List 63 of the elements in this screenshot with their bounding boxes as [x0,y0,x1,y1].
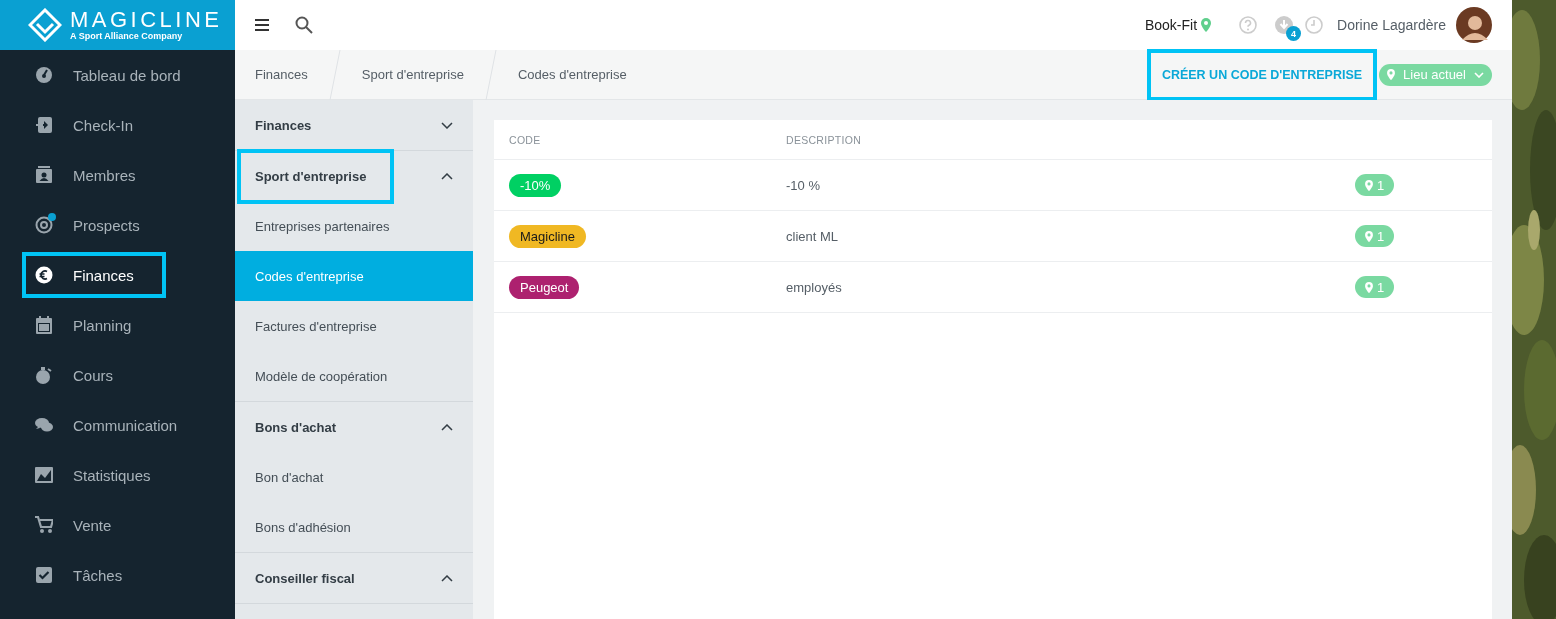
chevron-up-icon[interactable] [441,574,453,582]
sidebar-item[interactable]: Planning [22,302,166,348]
location-count-badge: 1 [1355,276,1395,298]
location-pin-icon [1365,179,1373,191]
sidebar-item[interactable]: Prospects [22,202,166,248]
logo-icon [28,8,62,42]
chart-icon [35,466,53,484]
stopwatch-icon [35,366,53,384]
search-icon[interactable] [295,16,313,34]
subnav-item[interactable]: Modèle de coopération [235,351,473,401]
subnav-item[interactable]: Factures d'entreprise [235,301,473,351]
sidebar-item[interactable]: Vente [22,502,166,548]
dashboard-icon [35,66,53,84]
euro-icon [35,266,53,284]
sidebar-item[interactable]: Check-In [22,102,166,148]
breadcrumb-link[interactable]: Sport d'entreprise [341,67,484,82]
subnav-item[interactable]: Entreprises partenaires [235,201,473,251]
table-cell-text: -10 % [786,177,821,193]
chevron-up-icon[interactable] [441,172,453,180]
subnav-item[interactable]: Bons d'adhésion [235,502,473,552]
logo-wordmark: MAGICLINE [70,8,223,31]
sidebar-item[interactable]: Tableau de bord [22,52,197,98]
checkbox-icon [35,566,53,584]
subnav-item[interactable]: Bon d'achat [235,452,473,502]
sidebar-item[interactable]: Statistiques [22,452,167,498]
notification-badge: 4 [1286,26,1302,41]
breadcrumb-link[interactable]: Finances [235,67,328,82]
code-tag: -10% [509,173,562,197]
location-pin-icon [1365,230,1373,242]
code-tag: Magicline [509,224,586,248]
subnav-section-title[interactable]: Bons d'achat [237,399,365,455]
user-name[interactable]: Dorine Lagardère [1337,17,1446,33]
breadcrumb-link[interactable]: Codes d'entreprise [497,67,647,82]
location-pin-icon [1365,281,1373,293]
chevron-down-icon[interactable] [441,121,453,129]
code-tag: Peugeot [509,275,580,299]
chevron-down-icon [1474,71,1484,78]
subnav-section-title[interactable]: Conseiller fiscal [237,550,383,606]
avatar[interactable] [1456,7,1492,43]
menu-icon[interactable] [255,19,269,31]
sidebar-item[interactable]: Cours [22,352,166,398]
logo-tagline: A Sport Alliance Company [70,30,184,42]
check-in-icon [35,116,53,134]
table-cell-text: employés [786,279,843,295]
sidebar-item[interactable]: Tâches [22,552,166,598]
subnav-section-title[interactable]: Sport d'entreprise [237,148,395,204]
location-pin-icon [1201,18,1212,32]
calendar-icon [35,316,53,334]
chat-icon [35,416,53,434]
members-icon [35,166,53,184]
column-header: CODE [509,133,542,146]
sidebar-item[interactable]: Finances [22,252,166,298]
sidebar-item[interactable]: Membres [22,152,166,198]
table-cell-text: client ML [786,228,840,244]
column-header: DESCRIPTION [786,133,863,146]
target-icon [35,216,53,234]
sidebar-item[interactable]: Communication [22,402,194,448]
location-count-badge: 1 [1355,225,1395,247]
cart-icon [35,516,53,534]
location-pin-icon [1387,69,1396,80]
studio-name[interactable]: Book-Fit [1144,17,1198,33]
location-count-badge: 1 [1355,174,1395,196]
chevron-up-icon[interactable] [441,423,453,431]
